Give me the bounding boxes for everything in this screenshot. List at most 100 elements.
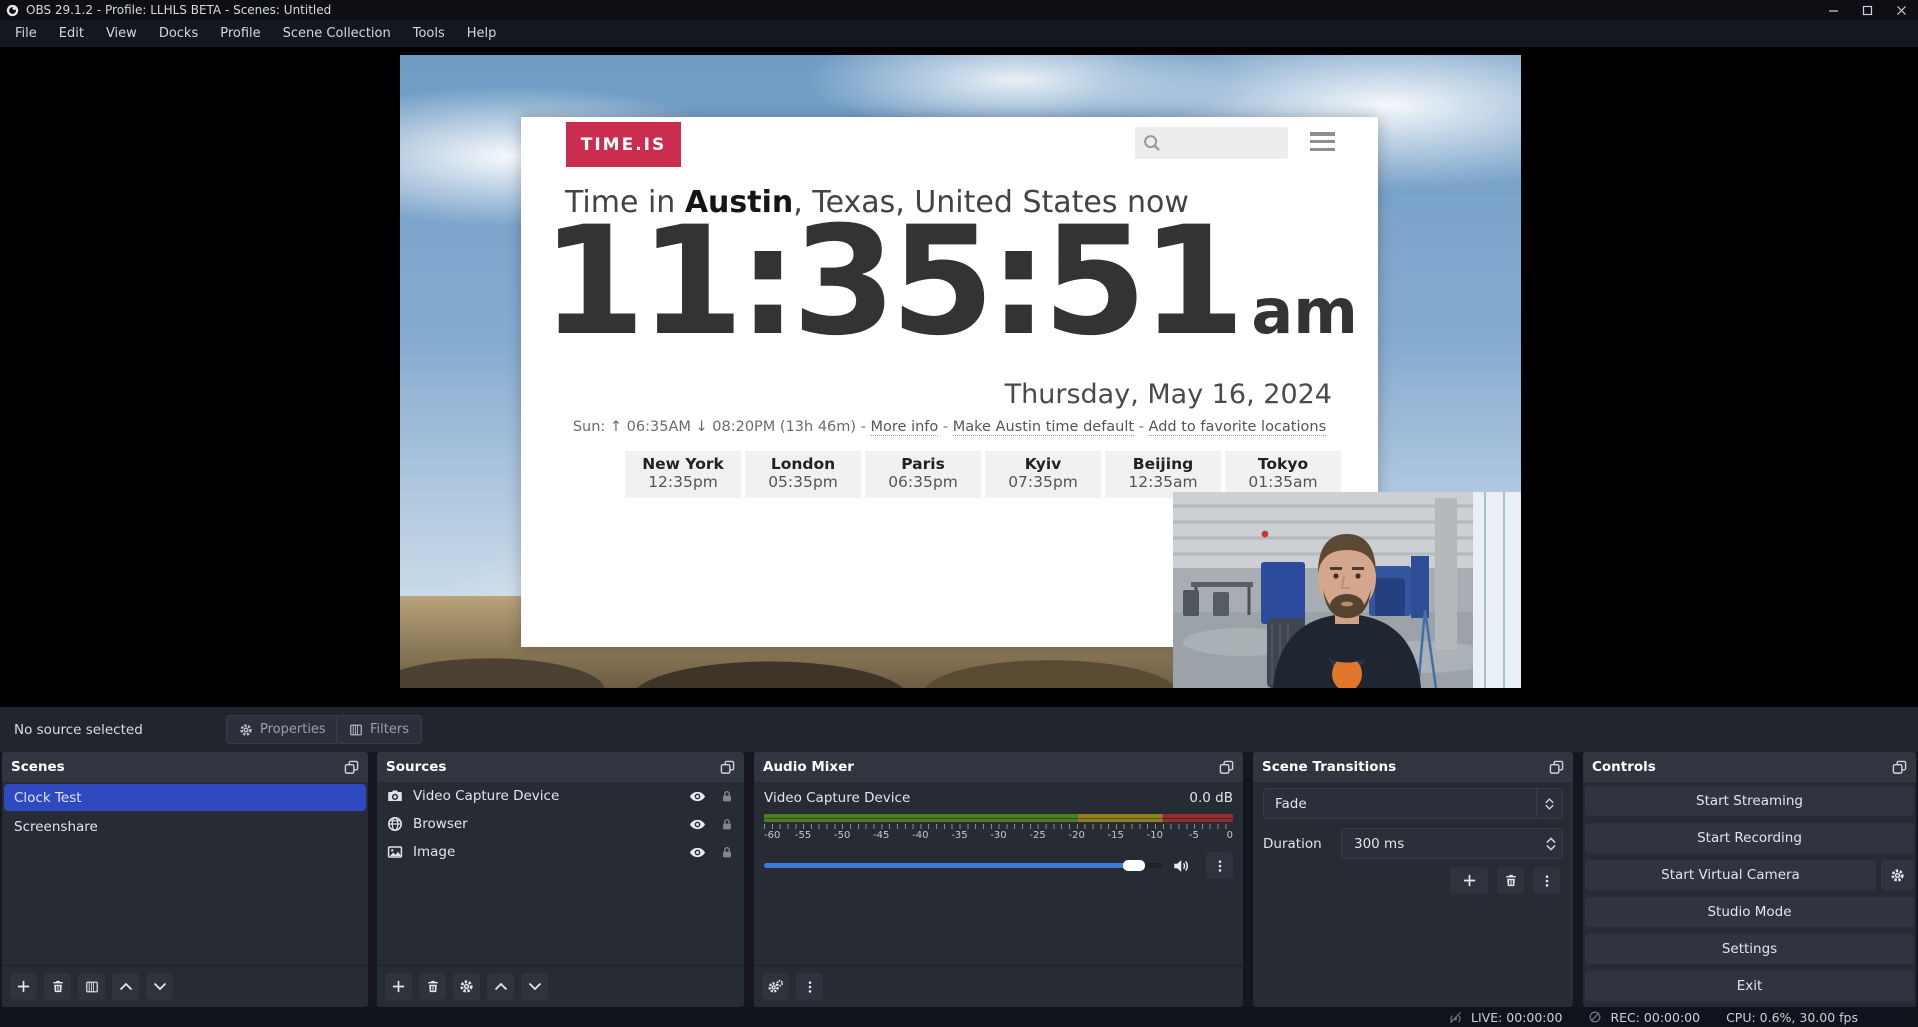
properties-button[interactable]: Properties — [226, 715, 339, 744]
studio-mode-button[interactable]: Studio Mode — [1585, 897, 1914, 927]
popout-dock-icon[interactable] — [1219, 760, 1234, 775]
city-paris[interactable]: Paris 06:35pm — [865, 451, 981, 498]
transition-select[interactable]: Fade — [1263, 788, 1563, 819]
sources-toolbar — [377, 965, 744, 1007]
virtual-camera-settings-button[interactable] — [1881, 860, 1914, 890]
menu-item-edit[interactable]: Edit — [48, 26, 95, 41]
transitions-header[interactable]: Scene Transitions — [1253, 752, 1573, 782]
scene-transitions-panel: Scene Transitions Fade Duration 300 ms — [1253, 752, 1573, 1007]
city-name: Paris — [865, 455, 981, 473]
scene-item-screenshare[interactable]: Screenshare — [4, 813, 366, 840]
minimize-button[interactable] — [1816, 0, 1850, 20]
close-button[interactable] — [1884, 0, 1918, 20]
meter-tick: -25 — [1029, 830, 1045, 841]
volume-slider[interactable] — [764, 863, 1162, 868]
source-item-video-capture-device[interactable]: Video Capture Device — [377, 782, 744, 810]
menu-item-help[interactable]: Help — [456, 26, 508, 41]
scene-item-clock-test[interactable]: Clock Test — [4, 784, 366, 811]
menu-item-tools[interactable]: Tools — [402, 26, 456, 41]
sun-times: Sun: ↑ 06:35AM ↓ 08:20PM (13h 46m) — [573, 419, 856, 435]
rec-status: REC: 00:00:00 — [1588, 1010, 1700, 1025]
volume-slider-handle[interactable] — [1123, 860, 1145, 871]
spinner-chevrons-icon[interactable] — [1546, 837, 1556, 851]
start-recording-button[interactable]: Start Recording — [1585, 823, 1914, 853]
settings-button[interactable]: Settings — [1585, 934, 1914, 964]
start-streaming-button[interactable]: Start Streaming — [1585, 786, 1914, 816]
gear-icon — [239, 723, 253, 737]
scenes-panel-header[interactable]: Scenes — [2, 752, 368, 782]
move-source-down-button[interactable] — [521, 973, 548, 1000]
exit-button[interactable]: Exit — [1585, 971, 1914, 1001]
scene-filters-button[interactable] — [78, 973, 105, 1000]
advanced-audio-button[interactable] — [762, 973, 789, 1000]
move-scene-down-button[interactable] — [146, 973, 173, 1000]
city-kyiv[interactable]: Kyiv 07:35pm — [985, 451, 1101, 498]
source-label: Browser — [413, 816, 468, 832]
link-add-to-favorite-locations[interactable]: Add to favorite locations — [1149, 419, 1327, 436]
source-item-image[interactable]: Image — [377, 838, 744, 866]
menu-item-view[interactable]: View — [95, 26, 148, 41]
city-name: New York — [625, 455, 741, 473]
start-virtual-camera-button[interactable]: Start Virtual Camera — [1585, 860, 1876, 890]
image-icon — [387, 844, 403, 860]
visibility-eye-icon[interactable] — [689, 816, 706, 833]
popout-dock-icon[interactable] — [720, 760, 735, 775]
controls-header[interactable]: Controls — [1583, 752, 1916, 782]
sources-panel-header[interactable]: Sources — [377, 752, 744, 782]
sources-panel: Sources Video Capture Device Browser Ima… — [377, 752, 744, 1007]
clock-display: 11:35:51 am — [521, 207, 1378, 357]
link-more-info[interactable]: More info — [871, 419, 939, 436]
remove-transition-button[interactable] — [1497, 867, 1524, 894]
source-properties-button[interactable] — [453, 973, 480, 1000]
popout-dock-icon[interactable] — [1892, 760, 1907, 775]
add-transition-button[interactable] — [1450, 867, 1488, 894]
remove-source-button[interactable] — [419, 973, 446, 1000]
meter-tick: -15 — [1108, 830, 1124, 841]
menu-item-scene-collection[interactable]: Scene Collection — [272, 26, 402, 41]
city-time: 12:35pm — [625, 473, 741, 491]
channel-menu-button[interactable] — [1206, 852, 1233, 879]
popout-dock-icon[interactable] — [344, 760, 359, 775]
controls-list: Start Streaming Start Recording Start Virt… — [1585, 786, 1914, 1001]
add-scene-button[interactable] — [10, 973, 37, 1000]
city-name: Kyiv — [985, 455, 1101, 473]
hamburger-menu-icon[interactable] — [1310, 132, 1335, 151]
duration-spinner[interactable]: 300 ms — [1341, 828, 1563, 859]
title-bar[interactable]: OBS 29.1.2 - Profile: LLHLS BETA - Scene… — [0, 0, 1918, 20]
visibility-eye-icon[interactable] — [689, 844, 706, 861]
speaker-icon[interactable] — [1172, 857, 1190, 875]
lock-icon[interactable] — [720, 845, 734, 860]
timeis-logo[interactable]: TIME.IS — [566, 122, 681, 167]
city-tokyo[interactable]: Tokyo 01:35am — [1225, 451, 1341, 498]
meter-tick: 0 — [1227, 830, 1233, 841]
move-source-up-button[interactable] — [487, 973, 514, 1000]
lock-icon[interactable] — [720, 789, 734, 804]
filters-button[interactable]: Filters — [336, 715, 422, 744]
maximize-button[interactable] — [1850, 0, 1884, 20]
mixer-channel-name: Video Capture Device — [764, 790, 910, 806]
menu-item-docks[interactable]: Docks — [148, 26, 209, 41]
menu-item-profile[interactable]: Profile — [209, 26, 271, 41]
move-scene-up-button[interactable] — [112, 973, 139, 1000]
city-london[interactable]: London 05:35pm — [745, 451, 861, 498]
city-new-york[interactable]: New York 12:35pm — [625, 451, 741, 498]
meter-tick: -40 — [912, 830, 928, 841]
audio-mixer-header[interactable]: Audio Mixer — [754, 752, 1243, 782]
scenes-panel: Scenes Clock TestScreenshare — [2, 752, 368, 1007]
lock-icon[interactable] — [720, 817, 734, 832]
transition-menu-button[interactable] — [1533, 867, 1560, 894]
visibility-eye-icon[interactable] — [689, 788, 706, 805]
source-item-browser[interactable]: Browser — [377, 810, 744, 838]
meter-tick: -20 — [1068, 830, 1084, 841]
mixer-menu-button[interactable] — [796, 973, 823, 1000]
link-make-austin-time-default[interactable]: Make Austin time default — [953, 419, 1134, 436]
menu-item-file[interactable]: File — [4, 26, 48, 41]
search-input[interactable] — [1135, 127, 1288, 159]
obs-window: OBS 29.1.2 - Profile: LLHLS BETA - Scene… — [0, 0, 1918, 1027]
popout-dock-icon[interactable] — [1549, 760, 1564, 775]
remove-scene-button[interactable] — [44, 973, 71, 1000]
meter-tick: -55 — [795, 830, 811, 841]
add-source-button[interactable] — [385, 973, 412, 1000]
city-beijing[interactable]: Beijing 12:35am — [1105, 451, 1221, 498]
preview-canvas[interactable]: TIME.IS Time in Austin, Texas, United St… — [400, 55, 1521, 688]
